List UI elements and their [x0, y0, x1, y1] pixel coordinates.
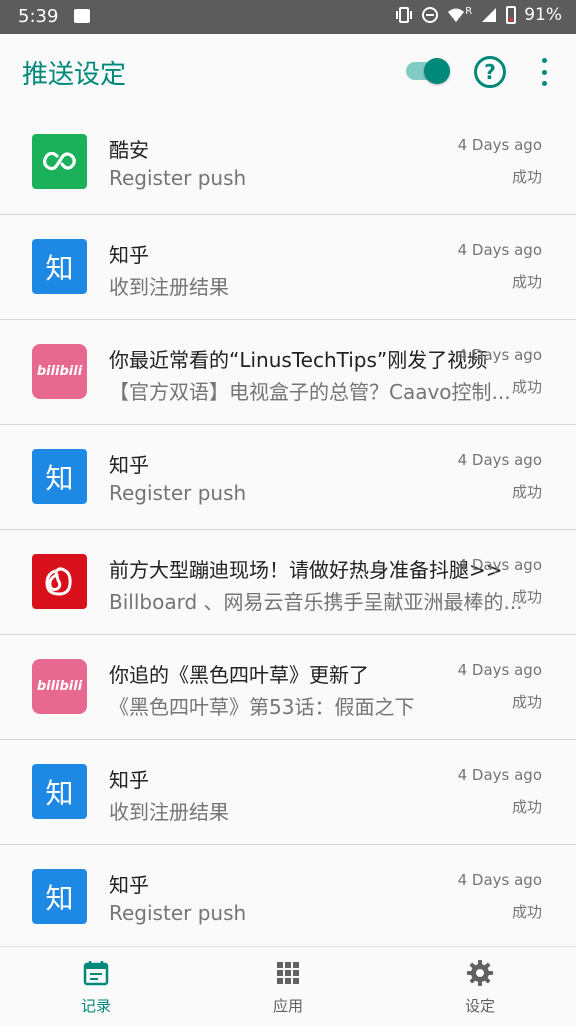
roaming-indicator: R: [465, 5, 473, 17]
image-notification-icon: [74, 9, 90, 23]
bilibili-icon: bilibili: [32, 659, 87, 714]
netease-music-icon: [32, 554, 87, 609]
record-status: 成功: [511, 588, 542, 606]
nav-apps[interactable]: 应用: [238, 959, 338, 1016]
zhihu-icon: 知: [32, 764, 87, 819]
help-button[interactable]: ?: [474, 56, 506, 88]
nav-settings[interactable]: 设定: [430, 959, 530, 1016]
record-status: 成功: [511, 378, 542, 396]
record-subtitle: Billboard 、网易云音乐携手呈献亚洲最棒的...: [109, 590, 523, 614]
status-time: 5:39: [18, 6, 59, 27]
record-title: 酷安: [109, 138, 149, 162]
apps-grid-icon: [277, 962, 299, 984]
record-time: 4 Days ago: [457, 451, 542, 469]
zhihu-icon: 知: [32, 869, 87, 924]
more-dot-icon: [541, 58, 547, 63]
record-time: 4 Days ago: [457, 346, 542, 364]
record-status: 成功: [511, 693, 542, 711]
record-title: 你追的《黑色四叶草》更新了: [109, 663, 369, 687]
list-item[interactable]: 知知乎 Register push 4 Days ago 成功: [0, 425, 576, 530]
nav-settings-label: 设定: [464, 997, 495, 1015]
wifi-icon: [448, 8, 465, 22]
record-time: 4 Days ago: [457, 556, 542, 574]
coolapk-icon: [32, 134, 87, 189]
status-bar: 5:39 R 91%: [0, 0, 576, 34]
nav-records[interactable]: 记录: [46, 959, 146, 1016]
record-time: 4 Days ago: [457, 871, 542, 889]
record-status: 成功: [511, 903, 542, 921]
nav-records-label: 记录: [80, 997, 111, 1015]
record-subtitle: 收到注册结果: [109, 275, 229, 299]
more-dot-icon: [541, 69, 547, 75]
record-time: 4 Days ago: [457, 136, 542, 154]
toggle-thumb: [424, 58, 450, 84]
vibrate-icon: [396, 7, 413, 23]
record-subtitle: 收到注册结果: [109, 800, 229, 824]
record-subtitle: 《黑色四叶草》第53话：假面之下: [109, 695, 415, 719]
record-title: 前方大型蹦迪现场！请做好热身准备抖腿>>: [109, 558, 503, 582]
more-dot-icon: [541, 81, 547, 86]
gear-icon: [467, 960, 493, 986]
push-enable-toggle[interactable]: [406, 56, 452, 86]
push-record-list: 酷安 Register push 4 Days ago 成功知知乎 收到注册结果 4 Da…: [0, 110, 576, 950]
record-subtitle: 【官方双语】电视盒子的总管？Caavo控制...: [109, 380, 511, 404]
list-item[interactable]: bilibili 你最近常看的“LinusTechTips”刚发了视频 【官方双语】…: [0, 320, 576, 425]
list-item[interactable]: 前方大型蹦迪现场！请做好热身准备抖腿>> Billboard 、网易云音乐携手呈献…: [0, 530, 576, 635]
list-item[interactable]: 知知乎收到注册结果 4 Days ago 成功: [0, 740, 576, 845]
list-item[interactable]: 知知乎收到注册结果 4 Days ago 成功: [0, 215, 576, 320]
record-title: 知乎: [109, 873, 149, 897]
record-subtitle: Register push: [109, 901, 247, 925]
record-subtitle: Register push: [109, 481, 247, 505]
record-subtitle: Register push: [109, 166, 247, 190]
do-not-disturb-icon: [422, 7, 439, 23]
record-time: 4 Days ago: [457, 241, 542, 259]
bottom-navigation: 记录 应用 设定: [0, 946, 576, 1025]
app-bar: 推送设定 ?: [0, 34, 576, 110]
cell-signal-icon: [482, 8, 497, 22]
calendar-icon: [83, 961, 109, 986]
page-title: 推送设定: [22, 60, 127, 90]
battery-icon: [506, 6, 517, 24]
list-item[interactable]: 酷安 Register push 4 Days ago 成功: [0, 110, 576, 215]
list-item[interactable]: 知知乎 Register push 4 Days ago 成功: [0, 845, 576, 950]
overflow-menu-button[interactable]: [538, 58, 550, 86]
record-time: 4 Days ago: [457, 766, 542, 784]
record-time: 4 Days ago: [457, 661, 542, 679]
record-title: 你最近常看的“LinusTechTips”刚发了视频: [109, 348, 488, 372]
battery-percent: 91%: [524, 5, 562, 25]
record-title: 知乎: [109, 768, 149, 792]
status-icons: R 91%: [395, 5, 562, 25]
zhihu-icon: 知: [32, 239, 87, 294]
list-item[interactable]: bilibili 你追的《黑色四叶草》更新了《黑色四叶草》第53话：假面之下 4 D…: [0, 635, 576, 740]
record-status: 成功: [511, 798, 542, 816]
bilibili-icon: bilibili: [32, 344, 87, 399]
record-title: 知乎: [109, 453, 149, 477]
zhihu-icon: 知: [32, 449, 87, 504]
record-status: 成功: [511, 168, 542, 186]
record-status: 成功: [511, 273, 542, 291]
record-status: 成功: [511, 483, 542, 501]
record-title: 知乎: [109, 243, 149, 267]
nav-apps-label: 应用: [272, 997, 303, 1015]
